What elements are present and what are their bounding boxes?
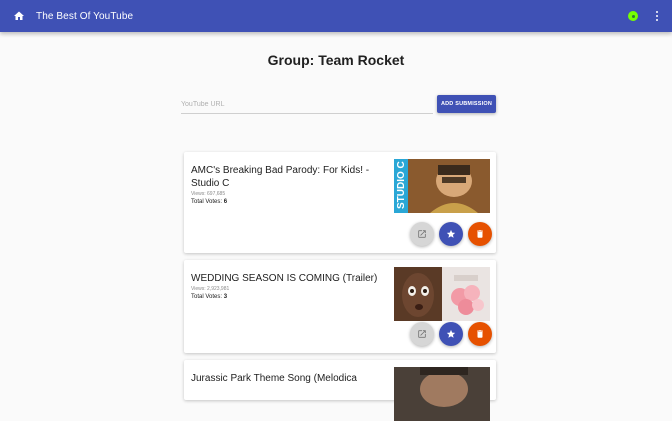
video-title: Jurassic Park Theme Song (Melodica xyxy=(191,373,357,384)
star-icon xyxy=(446,229,456,238)
open-video-button[interactable] xyxy=(410,222,434,246)
video-info: Jurassic Park Theme Song (Melodica xyxy=(191,372,389,385)
app-bar: The Best Of YouTube xyxy=(0,0,672,32)
youtube-url-input[interactable] xyxy=(181,96,433,114)
video-votes: Total Votes: 6 xyxy=(191,199,389,205)
home-icon[interactable] xyxy=(12,9,26,23)
star-icon xyxy=(446,329,456,338)
delete-icon xyxy=(477,330,483,338)
open-in-new-icon xyxy=(418,330,426,338)
votes-count: 6 xyxy=(223,199,228,205)
delete-button[interactable] xyxy=(468,322,492,346)
video-votes: Total Votes: 3 xyxy=(191,294,389,300)
video-thumbnail[interactable] xyxy=(394,267,490,321)
video-card: WEDDING SEASON IS COMING (Trailer) Views… xyxy=(184,260,496,353)
status-dot-icon[interactable] xyxy=(628,11,638,21)
app-title: The Best Of YouTube xyxy=(36,10,134,22)
open-in-new-icon xyxy=(418,230,426,238)
video-card: Jurassic Park Theme Song (Melodica xyxy=(184,360,496,421)
video-views: Views: 697,685 xyxy=(191,191,226,197)
video-views: Views: 2,923,981 xyxy=(191,286,230,292)
video-actions xyxy=(410,322,492,346)
votes-count: 3 xyxy=(223,294,228,300)
video-title: WEDDING SEASON IS COMING (Trailer) xyxy=(191,273,378,284)
votes-label: Total Votes: xyxy=(191,199,223,205)
video-thumbnail[interactable]: STUDIO C xyxy=(394,159,490,213)
thumbnail-text: STUDIO C xyxy=(396,161,407,209)
vote-button[interactable] xyxy=(439,222,463,246)
vote-button[interactable] xyxy=(439,322,463,346)
main-content: Group: Team Rocket ADD SUBMISSION AMC's … xyxy=(0,32,672,421)
video-thumbnail[interactable] xyxy=(394,367,490,421)
delete-button[interactable] xyxy=(468,222,492,246)
votes-label: Total Votes: xyxy=(191,294,223,300)
page-title: Group: Team Rocket xyxy=(267,52,405,68)
video-actions xyxy=(410,222,492,246)
video-card: AMC's Breaking Bad Parody: For Kids! - S… xyxy=(184,152,496,253)
video-info: AMC's Breaking Bad Parody: For Kids! - S… xyxy=(191,164,389,205)
more-vert-icon[interactable] xyxy=(652,11,662,21)
open-video-button[interactable] xyxy=(410,322,434,346)
video-info: WEDDING SEASON IS COMING (Trailer) Views… xyxy=(191,272,389,300)
delete-icon xyxy=(477,230,483,238)
video-title: AMC's Breaking Bad Parody: For Kids! - S… xyxy=(191,165,370,189)
add-submission-button[interactable]: ADD SUBMISSION xyxy=(437,95,496,113)
